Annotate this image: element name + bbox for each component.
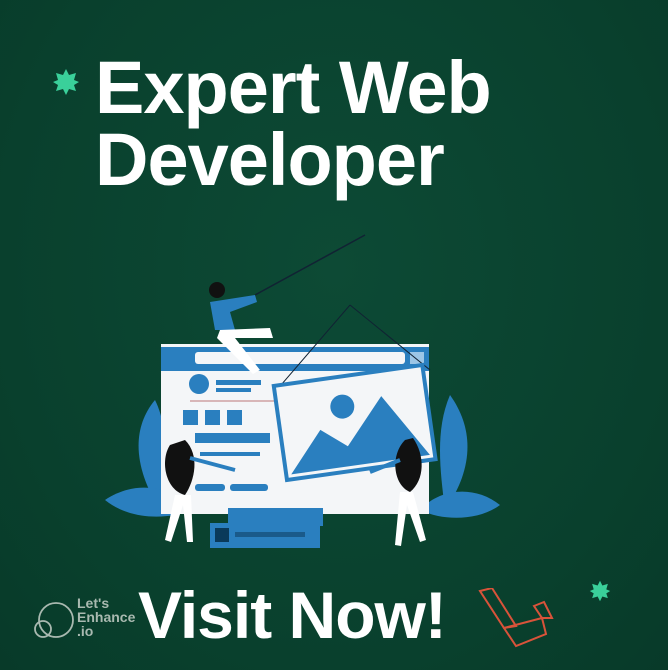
headline-line1: Expert Web xyxy=(95,46,492,129)
letsenhance-wordmark: Let's Enhance .io xyxy=(77,595,136,639)
letsenhance-logo-icon xyxy=(34,602,74,638)
visit-now-button[interactable]: Visit Now! xyxy=(138,580,447,650)
letsenhance-logo: Let's Enhance .io xyxy=(32,596,142,646)
sparkle-icon xyxy=(589,580,611,602)
laravel-logo-icon xyxy=(478,588,554,648)
headline: Expert Web Developer xyxy=(95,51,492,197)
headline-line2: Developer xyxy=(95,118,445,201)
web-developer-illustration xyxy=(105,234,500,548)
sparkle-icon xyxy=(53,69,79,95)
